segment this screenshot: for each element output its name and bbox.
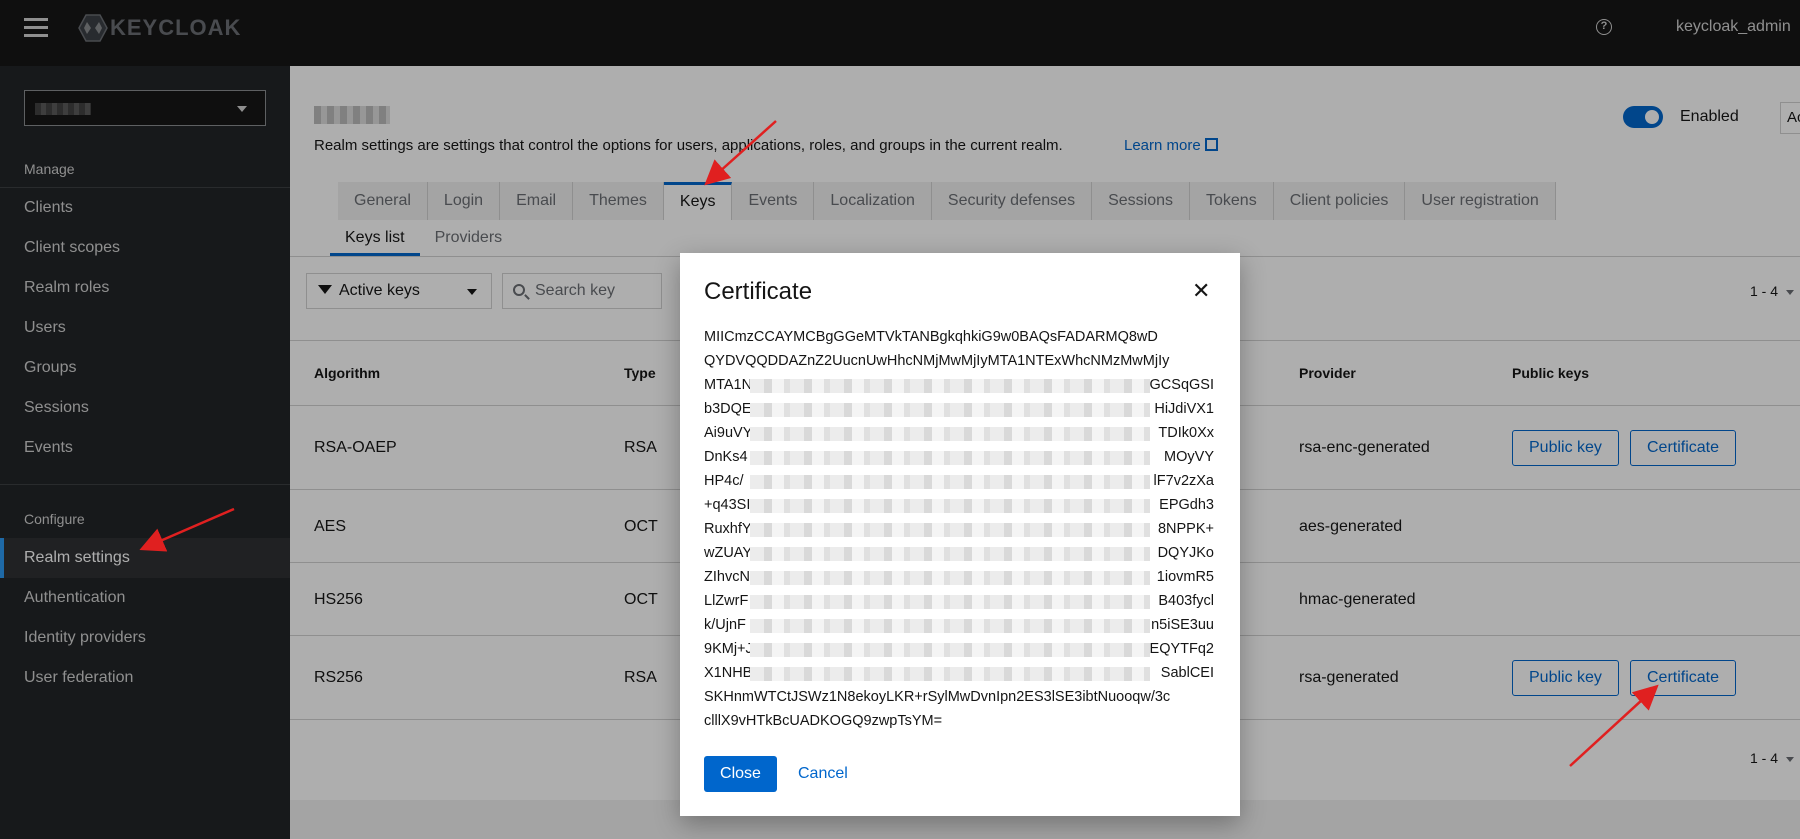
certificate-line-start: DnKs4 bbox=[704, 449, 748, 465]
redacted-bar bbox=[750, 547, 1150, 561]
certificate-line-end: MOyVY bbox=[1164, 449, 1214, 465]
certificate-line: RuxhfY 8NPPK+ bbox=[704, 517, 1214, 541]
certificate-line: wZUAY DQYJKo bbox=[704, 541, 1214, 565]
certificate-line-text: MIICmzCCAYMCBgGGeMTVkTANBgkqhkiG9w0BAQsF… bbox=[704, 329, 1158, 345]
certificate-line: Ai9uVY TDIk0Xx bbox=[704, 421, 1214, 445]
certificate-line-end: SablCEI bbox=[1160, 665, 1214, 681]
certificate-line-start: X1NHB bbox=[704, 665, 753, 681]
certificate-line: MTA1N GCSqGSI bbox=[704, 373, 1214, 397]
certificate-line-end: TDIk0Xx bbox=[1158, 425, 1214, 441]
certificate-line-end: EQYTFq2 bbox=[1149, 641, 1214, 657]
certificate-line: X1NHB SablCEI bbox=[704, 661, 1214, 685]
redacted-bar bbox=[750, 667, 1150, 681]
certificate-line-start: RuxhfY bbox=[704, 521, 752, 537]
certificate-line-end: 8NPPK+ bbox=[1157, 521, 1214, 537]
certificate-modal: Certificate ✕ MIICmzCCAYMCBgGGeMTVkTANBg… bbox=[680, 253, 1240, 816]
certificate-line-start: LlZwrF bbox=[704, 593, 749, 609]
certificate-line: clllX9vHTkBcUADKOGQ9zwpTsYM= bbox=[704, 709, 1214, 733]
certificate-line-start: 9KMj+J bbox=[704, 641, 753, 657]
certificate-line-text: SKHnmWTCtJSWz1N8ekoyLKR+rSylMwDvnIpn2ES3… bbox=[704, 689, 1171, 705]
certificate-line-end: lF7v2zXa bbox=[1153, 473, 1214, 489]
close-icon[interactable]: ✕ bbox=[1192, 280, 1210, 302]
modal-title: Certificate bbox=[704, 278, 813, 305]
redacted-bar bbox=[750, 643, 1150, 657]
redacted-bar bbox=[750, 523, 1150, 537]
cancel-button[interactable]: Cancel bbox=[798, 756, 848, 792]
certificate-line: 9KMj+J EQYTFq2 bbox=[704, 637, 1214, 661]
certificate-text: MIICmzCCAYMCBgGGeMTVkTANBgkqhkiG9w0BAQsF… bbox=[704, 325, 1214, 733]
certificate-line: LlZwrF B403fycl bbox=[704, 589, 1214, 613]
certificate-line-end: GCSqGSI bbox=[1149, 377, 1214, 393]
certificate-line-end: HiJdiVX1 bbox=[1154, 401, 1214, 417]
certificate-line-start: k/UjnF bbox=[704, 617, 746, 633]
certificate-line: DnKs4 MOyVY bbox=[704, 445, 1214, 469]
certificate-line-text: clllX9vHTkBcUADKOGQ9zwpTsYM= bbox=[704, 713, 943, 729]
certificate-line: HP4c/lF7v2zXa bbox=[704, 469, 1214, 493]
redacted-bar bbox=[750, 379, 1150, 393]
redacted-bar bbox=[750, 451, 1150, 465]
redacted-bar bbox=[750, 595, 1150, 609]
certificate-line: +q43SI EPGdh3 bbox=[704, 493, 1214, 517]
redacted-bar bbox=[750, 475, 1150, 489]
certificate-line: b3DQE HiJdiVX1 bbox=[704, 397, 1214, 421]
certificate-line-end: DQYJKo bbox=[1157, 545, 1214, 561]
certificate-line: k/UjnF n5iSE3uu bbox=[704, 613, 1214, 637]
certificate-line-start: wZUAY bbox=[704, 545, 753, 561]
certificate-line-text: QYDVQQDDAZnZ2UucnUwHhcNMjMwMjIyMTA1NTExW… bbox=[704, 353, 1170, 369]
certificate-line-start: Ai9uVY bbox=[704, 425, 753, 441]
redacted-bar bbox=[750, 619, 1150, 633]
redacted-bar bbox=[750, 403, 1150, 417]
certificate-line: SKHnmWTCtJSWz1N8ekoyLKR+rSylMwDvnIpn2ES3… bbox=[704, 685, 1214, 709]
certificate-line-start: ZIhvcN bbox=[704, 569, 750, 585]
certificate-line-end: B403fycl bbox=[1158, 593, 1214, 609]
close-button[interactable]: Close bbox=[704, 756, 777, 792]
certificate-line-end: 1iovmR5 bbox=[1156, 569, 1214, 585]
redacted-bar bbox=[750, 427, 1150, 441]
certificate-line-start: HP4c/ bbox=[704, 473, 744, 489]
certificate-line-end: n5iSE3uu bbox=[1151, 617, 1214, 633]
certificate-line: ZIhvcN 1iovmR5 bbox=[704, 565, 1214, 589]
certificate-line-start: b3DQE bbox=[704, 401, 752, 417]
certificate-line-start: +q43SI bbox=[704, 497, 751, 513]
certificate-line: MIICmzCCAYMCBgGGeMTVkTANBgkqhkiG9w0BAQsF… bbox=[704, 325, 1214, 349]
redacted-bar bbox=[750, 571, 1150, 585]
redacted-bar bbox=[750, 499, 1150, 513]
certificate-line: QYDVQQDDAZnZ2UucnUwHhcNMjMwMjIyMTA1NTExW… bbox=[704, 349, 1214, 373]
certificate-line-start: MTA1N bbox=[704, 377, 753, 393]
certificate-line-end: EPGdh3 bbox=[1159, 497, 1214, 513]
